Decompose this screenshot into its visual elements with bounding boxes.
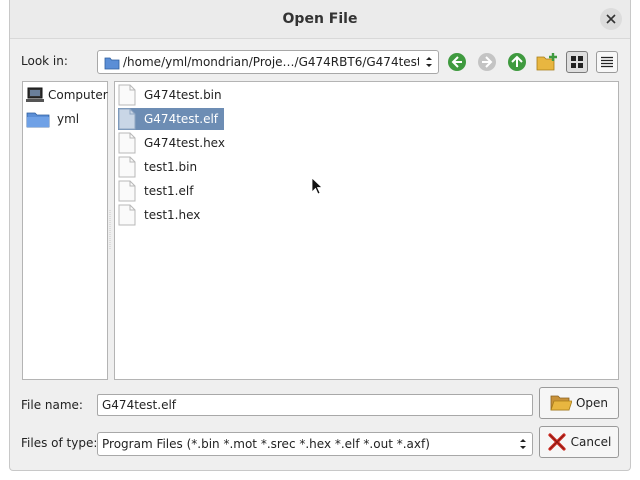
folder-icon <box>26 112 50 128</box>
forward-button[interactable] <box>475 50 499 74</box>
file-name-label: File name: <box>21 398 83 412</box>
splitter-handle[interactable] <box>109 210 112 250</box>
new-folder-button[interactable] <box>535 50 559 74</box>
parent-directory-button[interactable] <box>505 50 529 74</box>
file-icon <box>118 180 136 202</box>
sidebar-item-computer[interactable]: Computer <box>26 85 108 105</box>
file-name: G474test.hex <box>144 136 225 150</box>
cancel-x-icon <box>548 433 566 451</box>
open-button-label: Open <box>575 396 609 410</box>
title-bar: Open File <box>10 0 630 39</box>
back-button[interactable] <box>445 50 469 74</box>
file-name: G474test.bin <box>144 88 222 102</box>
list-item[interactable]: G474test.bin <box>118 84 228 106</box>
file-name-field[interactable]: G474test.elf <box>97 394 533 416</box>
list-item[interactable]: test1.hex <box>118 204 206 226</box>
mouse-cursor-icon <box>311 177 323 195</box>
look-in-label: Look in: <box>21 54 68 68</box>
file-name: G474test.elf <box>144 112 219 126</box>
look-in-combo[interactable]: /home/yml/mondrian/Proje…/G474RBT6/G474t… <box>97 50 439 74</box>
places-sidebar: Computer yml <box>22 81 108 380</box>
file-icon <box>118 204 136 226</box>
file-icon <box>118 84 136 106</box>
list-view-icon <box>601 56 613 68</box>
sidebar-item-label: yml <box>57 112 80 126</box>
computer-icon <box>26 87 44 102</box>
file-name: test1.elf <box>144 184 194 198</box>
dialog-title: Open File <box>282 11 358 27</box>
icon-view-button[interactable] <box>566 51 588 73</box>
arrow-right-icon <box>478 53 496 71</box>
file-type-label: Files of type: <box>21 436 98 450</box>
folder-icon <box>104 57 120 70</box>
detail-view-button[interactable] <box>596 51 618 73</box>
open-file-dialog: Open File Look in: /home/yml/mondrian/Pr… <box>9 0 631 471</box>
file-name-value: G474test.elf <box>102 398 177 412</box>
updown-arrow-icon <box>426 57 432 67</box>
list-item[interactable]: G474test.hex <box>118 132 231 154</box>
grid-view-icon <box>571 56 583 68</box>
file-list: G474test.bin G474test.elf G474test.hex t… <box>114 81 619 380</box>
file-name: test1.bin <box>144 160 198 174</box>
file-name: test1.hex <box>144 208 201 222</box>
cancel-button[interactable]: Cancel <box>539 426 619 458</box>
new-folder-icon <box>536 53 557 71</box>
updown-arrow-icon <box>520 439 526 449</box>
open-folder-icon <box>550 395 572 411</box>
list-item[interactable]: test1.elf <box>118 180 199 202</box>
open-button[interactable]: Open <box>539 387 619 419</box>
close-button[interactable] <box>600 8 622 30</box>
list-item[interactable]: test1.bin <box>118 156 203 178</box>
file-icon <box>118 108 136 130</box>
file-icon <box>118 156 136 178</box>
arrow-left-icon <box>448 53 466 71</box>
look-in-path: /home/yml/mondrian/Proje…/G474RBT6/G474t… <box>123 55 419 69</box>
file-type-combo[interactable]: Program Files (*.bin *.mot *.srec *.hex … <box>97 432 533 456</box>
list-item-selected[interactable]: G474test.elf <box>118 108 225 130</box>
cancel-button-label: Cancel <box>570 435 612 449</box>
sidebar-item-label: Computer <box>48 88 108 102</box>
arrow-up-icon <box>508 53 526 71</box>
sidebar-item-yml[interactable]: yml <box>26 109 79 129</box>
file-icon <box>118 132 136 154</box>
close-icon <box>606 14 616 24</box>
file-type-value: Program Files (*.bin *.mot *.srec *.hex … <box>102 437 430 451</box>
